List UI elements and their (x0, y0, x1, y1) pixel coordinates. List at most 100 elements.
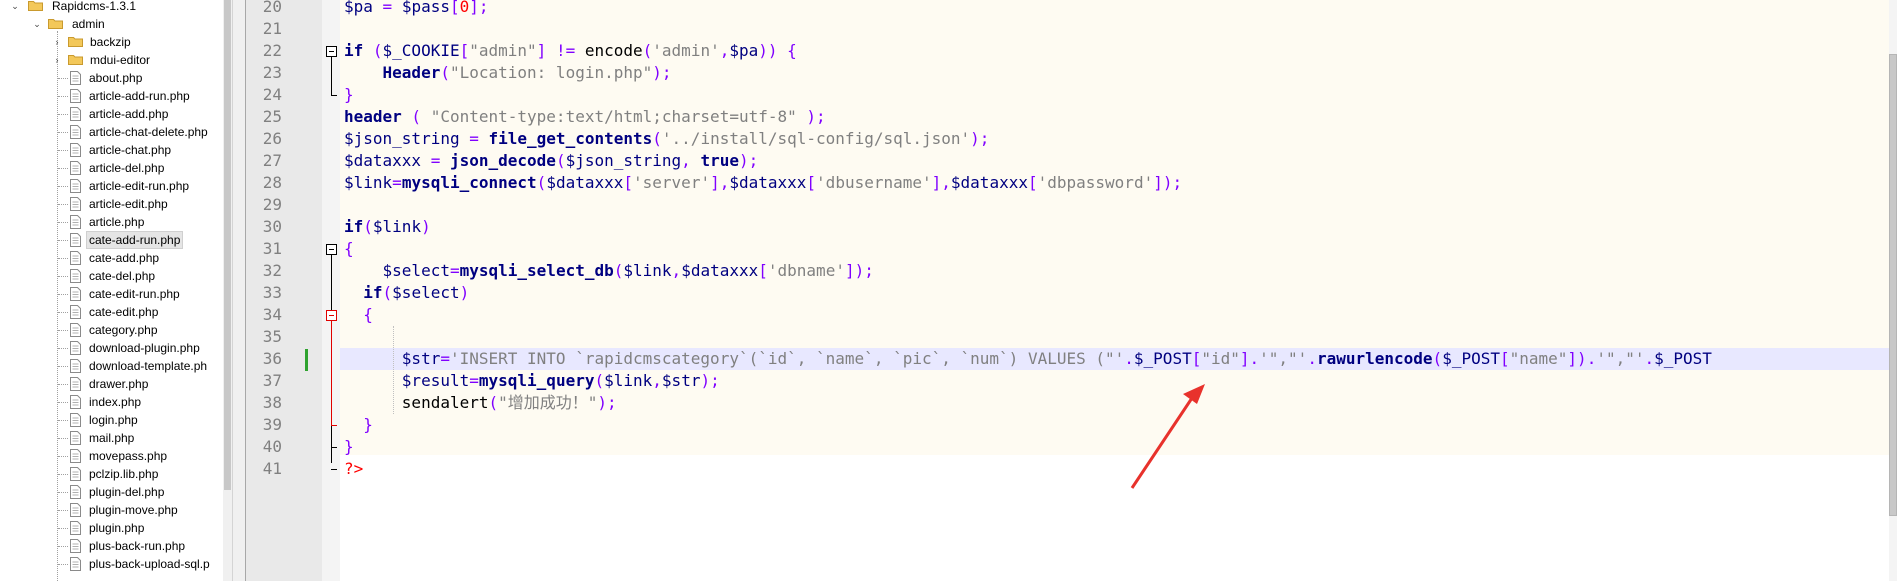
code-line[interactable]: $str='INSERT INTO `rapidcmscategory`(`id… (344, 348, 1712, 370)
collapse-root-toggle[interactable]: ⌄ (10, 0, 20, 15)
tree-guide-branch (58, 150, 68, 151)
code-line[interactable]: $select=mysqli_select_db($link,$dataxxx[… (344, 260, 874, 282)
editor-scrollbar-thumb[interactable] (1889, 54, 1897, 516)
code-token: '","' (1259, 349, 1308, 368)
code-line[interactable]: } (344, 436, 354, 458)
line-number-gutter: 20 21 22 23 24 25 26 27 28 29 30 31 32 33 34 35 36 37 38 39… (246, 0, 322, 581)
tree-item-label: cate-del.php (89, 269, 156, 283)
code-token: ( (440, 63, 450, 82)
code-token: if (344, 217, 364, 236)
tree-item-label: article-edit.php (89, 197, 168, 211)
tree-scrollbar-thumb[interactable] (224, 0, 231, 490)
code-line[interactable]: } (344, 414, 373, 436)
tree-guide-branch (58, 474, 68, 475)
tree-guide-branch (58, 438, 68, 439)
line-number: 29 (262, 195, 282, 214)
code-token: = (421, 151, 450, 170)
fold-collapse-button[interactable] (326, 244, 337, 255)
tree-item-label: index.php (89, 395, 142, 409)
expand-backzip-toggle[interactable]: › (52, 33, 62, 51)
line-number: 22 (262, 41, 282, 60)
tree-item-label: plus-back-upload-sql.p (89, 557, 210, 571)
line-number: 41 (262, 459, 282, 478)
code-token: true (700, 151, 739, 170)
tree-item-label: plus-back-run.php (89, 539, 186, 553)
code-token: rawurlencode (1316, 349, 1433, 368)
code-token: sendalert (401, 393, 489, 412)
tree-guide-branch (58, 204, 68, 205)
code-line[interactable]: sendalert("增加成功！"); (344, 392, 617, 414)
fold-collapse-button[interactable] (326, 310, 337, 321)
code-token: ], (931, 173, 951, 192)
file-icon (70, 485, 81, 499)
code-line[interactable]: $pa = $pass[0]; (344, 0, 489, 18)
line-number: 23 (262, 63, 282, 82)
collapse-admin-toggle[interactable]: ⌄ (32, 15, 42, 33)
code-line[interactable]: $result=mysqli_query($link,$str); (344, 370, 720, 392)
line-number: 21 (262, 19, 282, 38)
tree-item-label: pclzip.lib.php (89, 467, 159, 481)
expand-mdui-editor-toggle[interactable]: › (52, 51, 62, 69)
tree-guide-branch (58, 222, 68, 223)
code-token: 'INSERT INTO `rapidcmscategory`(`id`, `n… (449, 349, 1125, 368)
indent-guide (393, 326, 394, 414)
tree-guide-branch (58, 510, 68, 511)
tree-item-label: movepass.php (89, 449, 168, 463)
fold-range-line (331, 447, 332, 463)
code-line[interactable]: if($link) (344, 216, 431, 238)
code-token: $_POST (1442, 349, 1500, 368)
code-line[interactable]: if($select) (344, 282, 469, 304)
code-token: . (1644, 349, 1655, 368)
code-line[interactable]: { (344, 304, 373, 326)
tree-item-label: mail.php (89, 431, 135, 445)
code-line[interactable]: $dataxxx = json_decode($json_string, tru… (344, 150, 758, 172)
code-token: [ (1499, 349, 1510, 368)
code-token: ) (421, 217, 431, 236)
code-line[interactable]: $json_string = file_get_contents('../ins… (344, 128, 989, 150)
code-token: [ (449, 0, 460, 16)
code-token: ); (700, 371, 720, 390)
code-token: , (719, 41, 730, 60)
code-token: $select (392, 283, 460, 302)
file-icon (70, 539, 81, 553)
code-line[interactable]: ?> (344, 458, 363, 480)
code-line[interactable]: Header("Location: login.php"); (344, 62, 672, 84)
code-token: ); (796, 107, 826, 126)
code-token: ( (382, 283, 393, 302)
folder-icon (68, 37, 83, 47)
tree-guide-branch (58, 96, 68, 97)
tree-item-label: cate-add-run.php (86, 231, 184, 249)
code-line[interactable]: $link=mysqli_connect($dataxxx['server'],… (344, 172, 1182, 194)
line-number: 20 (262, 0, 282, 16)
panel-splitter[interactable] (232, 0, 246, 581)
fold-collapse-button[interactable] (326, 46, 337, 57)
code-area[interactable]: $pa = $pass[0]; if ($_COOKIE["admin"] != … (340, 0, 1897, 581)
code-token: ( (594, 371, 605, 390)
code-editor[interactable]: 20 21 22 23 24 25 26 27 28 29 30 31 32 33 34 35 36 37 38 39… (246, 0, 1897, 581)
file-icon (70, 107, 81, 121)
tree-guide-branch (58, 114, 68, 115)
code-token: ( (401, 107, 431, 126)
code-line[interactable]: } (344, 84, 354, 106)
code-token: ( (363, 41, 383, 60)
tree-guide-branch (58, 546, 68, 547)
code-token: ); (597, 393, 617, 412)
code-token: ( (1432, 349, 1443, 368)
code-line[interactable]: header ( "Content-type:text/html;charset… (344, 106, 826, 128)
code-line[interactable]: if ($_COOKIE["admin"] != encode('admin',… (344, 40, 797, 62)
line-number: 34 (262, 305, 282, 324)
code-token: $link (604, 371, 653, 390)
code-token: "name" (1509, 349, 1568, 368)
line-number: 40 (262, 437, 282, 456)
tree-guide-branch (58, 456, 68, 457)
code-token: ); (970, 129, 990, 148)
code-token: ( (613, 261, 624, 280)
code-token: $dataxxx (950, 173, 1028, 192)
tree-guide-branch (58, 276, 68, 277)
tree-item-label: plugin-move.php (89, 503, 178, 517)
tree-item-label: article.php (89, 215, 145, 229)
code-token: $str (661, 371, 701, 390)
code-line[interactable]: { (344, 238, 354, 260)
code-token: . (1307, 349, 1317, 368)
